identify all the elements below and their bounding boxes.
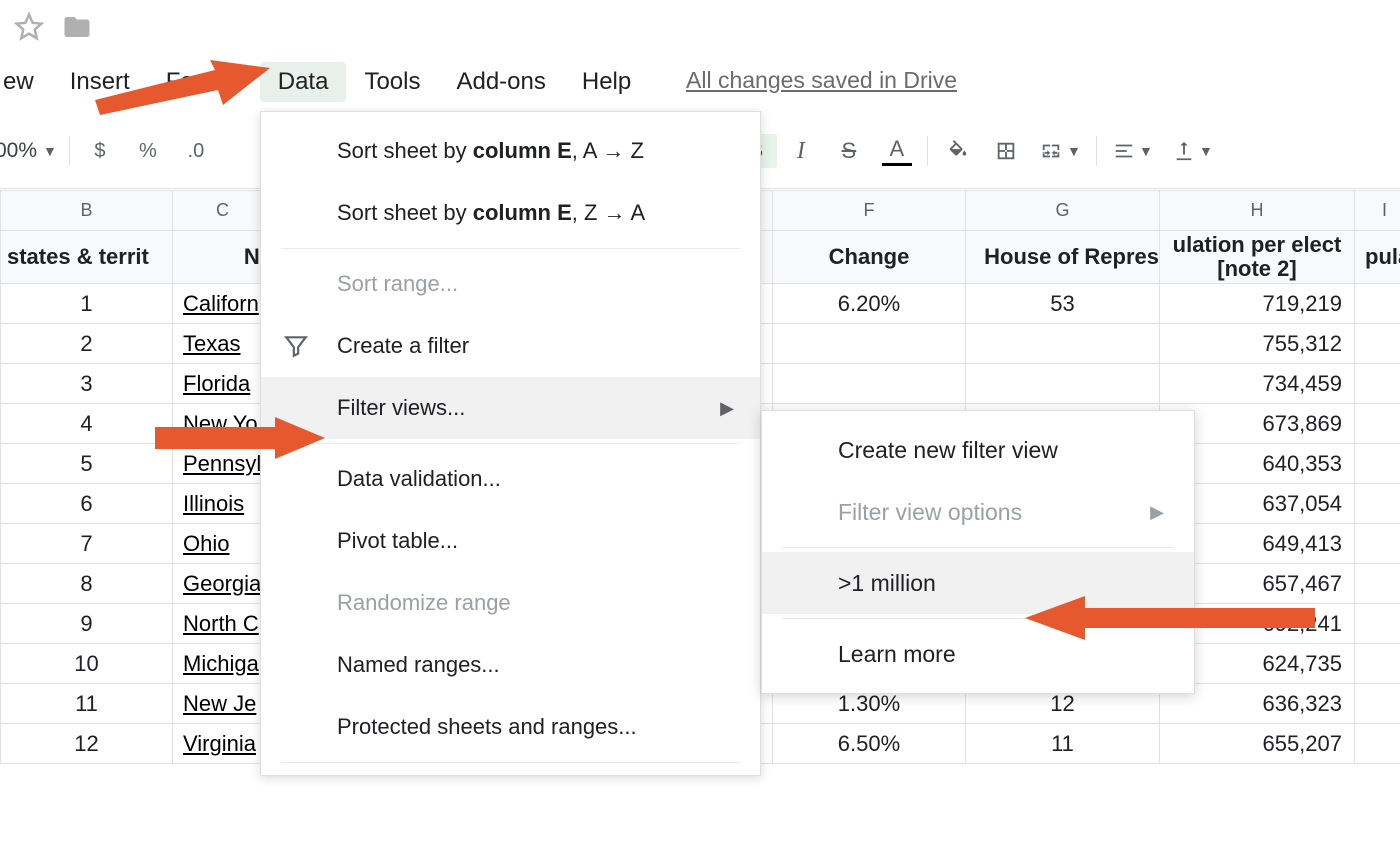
submenu-arrow-icon: ▶ <box>1150 502 1164 523</box>
save-status[interactable]: All changes saved in Drive <box>686 67 957 94</box>
state-link[interactable]: Texas <box>183 331 240 356</box>
menu-addons[interactable]: Add-ons <box>438 62 563 102</box>
text-color-button[interactable]: A <box>873 133 921 169</box>
menu-pivot-table[interactable]: Pivot table... <box>261 510 760 572</box>
menu-named-ranges[interactable]: Named ranges... <box>261 634 760 696</box>
state-link[interactable]: Florida <box>183 371 250 396</box>
state-link[interactable]: Michiga <box>183 651 259 676</box>
state-link[interactable]: Californ <box>183 291 259 316</box>
state-link[interactable]: Ohio <box>183 531 229 556</box>
menu-create-filter[interactable]: Create a filter <box>261 315 760 377</box>
italic-button[interactable]: I <box>777 133 825 169</box>
menu-sort-za[interactable]: Sort sheet by column E, Z → A <box>261 182 760 244</box>
menubar: ew Insert Format Data Tools Add-ons Help <box>0 60 649 104</box>
state-link[interactable]: Pennsyl <box>183 451 261 476</box>
state-link[interactable]: New Je <box>183 691 256 716</box>
submenu-create-filter-view[interactable]: Create new filter view <box>762 419 1194 481</box>
fill-color-button[interactable] <box>934 133 982 169</box>
menu-view[interactable]: ew <box>0 62 52 102</box>
col-header-B[interactable]: B <box>1 191 173 231</box>
submenu-learn-more[interactable]: Learn more <box>762 623 1194 685</box>
menu-filter-views[interactable]: Filter views... ▶ <box>261 377 760 439</box>
state-link[interactable]: New Yo <box>183 411 258 436</box>
star-icon[interactable] <box>14 12 44 45</box>
currency-format-button[interactable]: $ <box>76 133 124 169</box>
menu-tools[interactable]: Tools <box>346 62 438 102</box>
percent-format-button[interactable]: % <box>124 133 172 169</box>
horizontal-align-button[interactable]: ▼ <box>1103 133 1163 169</box>
merge-cells-button[interactable]: ▼ <box>1030 133 1090 169</box>
menu-protected-sheets[interactable]: Protected sheets and ranges... <box>261 696 760 758</box>
menu-randomize-range: Randomize range <box>261 572 760 634</box>
state-link[interactable]: Georgia <box>183 571 261 596</box>
submenu-filter-view-options: Filter view options ▶ <box>762 481 1194 543</box>
vertical-align-button[interactable]: ▼ <box>1163 133 1223 169</box>
col-header-C[interactable]: C <box>173 191 273 231</box>
borders-button[interactable] <box>982 133 1030 169</box>
submenu-arrow-icon: ▶ <box>720 398 734 419</box>
col-header-F[interactable]: F <box>773 191 966 231</box>
chevron-down-icon[interactable]: ▼ <box>43 143 57 159</box>
menu-insert[interactable]: Insert <box>52 62 148 102</box>
data-menu: Sort sheet by column E, A → Z Sort sheet… <box>260 111 761 776</box>
filter-icon <box>283 333 309 359</box>
menu-data-validation[interactable]: Data validation... <box>261 448 760 510</box>
filter-views-submenu: Create new filter view Filter view optio… <box>761 410 1195 694</box>
menu-sort-az[interactable]: Sort sheet by column E, A → Z <box>261 120 760 182</box>
menu-data[interactable]: Data <box>260 62 347 102</box>
state-link[interactable]: North C <box>183 611 259 636</box>
menu-format[interactable]: Format <box>148 62 260 102</box>
menu-help[interactable]: Help <box>564 62 649 102</box>
menu-sort-range: Sort range... <box>261 253 760 315</box>
strikethrough-button[interactable]: S <box>825 133 873 169</box>
folder-icon[interactable] <box>62 12 92 45</box>
state-link[interactable]: Illinois <box>183 491 244 516</box>
submenu-saved-filter-view[interactable]: >1 million <box>762 552 1194 614</box>
col-header-I[interactable]: I <box>1355 191 1400 231</box>
state-link[interactable]: Virginia <box>183 731 256 756</box>
col-header-H[interactable]: H <box>1160 191 1355 231</box>
zoom-level[interactable]: 00% <box>0 139 37 163</box>
decimal-decrease-button[interactable]: .0 <box>172 133 220 169</box>
col-header-G[interactable]: G <box>966 191 1160 231</box>
